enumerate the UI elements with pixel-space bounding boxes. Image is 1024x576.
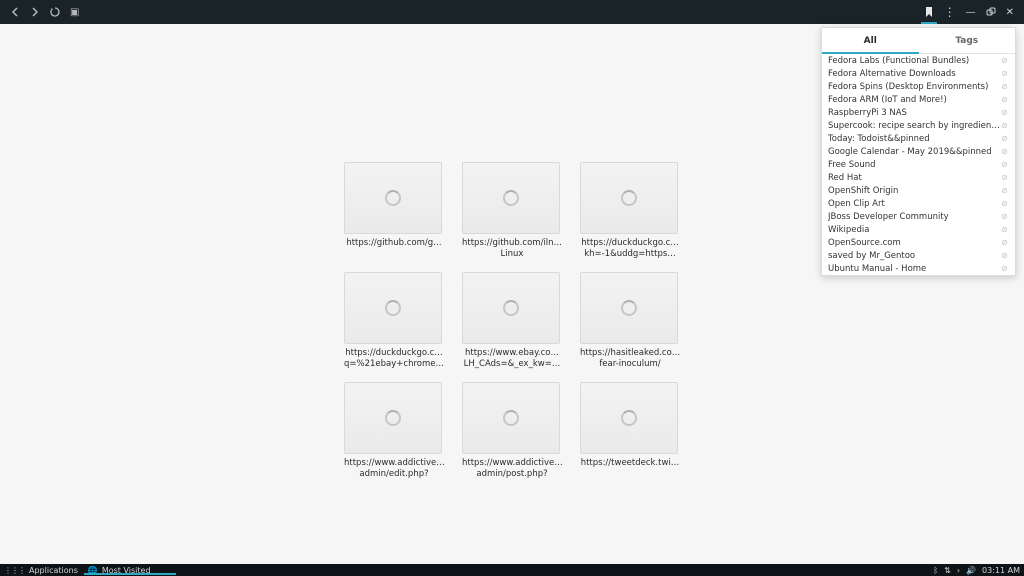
reload-button[interactable]	[50, 7, 60, 17]
delete-icon[interactable]: ⊘	[1000, 199, 1009, 208]
dial-tile[interactable]: https://github.com/iln…Linux	[462, 162, 562, 260]
bookmark-list: Fedora Labs (Functional Bundles)⊘ Fedora…	[822, 54, 1015, 275]
delete-icon[interactable]: ⊘	[1000, 82, 1009, 91]
delete-icon[interactable]: ⊘	[1000, 238, 1009, 247]
chevron-icon[interactable]: ›	[957, 566, 960, 575]
browser-toolbar: ▣ ⋮ — ✕	[0, 0, 1024, 24]
bookmark-item[interactable]: Fedora ARM (IoT and More!)⊘	[822, 93, 1015, 106]
forward-button[interactable]	[30, 7, 40, 17]
volume-icon[interactable]: 🔊	[966, 566, 976, 575]
link-icon[interactable]	[986, 7, 996, 17]
tile-line1: https://www.ebay.co…	[465, 348, 559, 358]
delete-icon[interactable]: ⊘	[1000, 173, 1009, 182]
tile-line2: fear-inoculum/	[599, 359, 660, 369]
delete-icon[interactable]: ⊘	[1000, 134, 1009, 143]
bluetooth-icon[interactable]: ᛒ	[933, 566, 938, 575]
dial-tile[interactable]: https://duckduckgo.c…kh=-1&uddg=https…	[580, 162, 680, 260]
user-icon[interactable]: ▣	[70, 7, 79, 18]
bookmarks-panel: All Tags Fedora Labs (Functional Bundles…	[821, 27, 1016, 276]
bookmark-item[interactable]: Supercook: recipe search by ingredients …	[822, 119, 1015, 132]
delete-icon[interactable]: ⊘	[1000, 264, 1009, 273]
task-browser[interactable]: 🌐 Most Visited	[88, 566, 151, 575]
tile-line2: kh=-1&uddg=https…	[584, 249, 676, 259]
delete-icon[interactable]: ⊘	[1000, 147, 1009, 156]
menu-icon[interactable]: ⋮	[944, 7, 956, 17]
bookmark-item[interactable]: Today: Todoist&&pinned⊘	[822, 132, 1015, 145]
tile-line2: Linux	[501, 249, 524, 259]
dial-tile[interactable]: https://www.ebay.co…LH_CAds=&_ex_kw=…	[462, 272, 562, 370]
tile-line1: https://www.addictive…	[462, 458, 562, 468]
bookmark-item[interactable]: JBoss Developer Community⊘	[822, 210, 1015, 223]
dial-tile[interactable]: https://www.addictive…admin/post.php?	[462, 382, 562, 480]
bookmark-item[interactable]: RaspberryPi 3 NAS⊘	[822, 106, 1015, 119]
tile-line1: https://tweetdeck.twi…	[581, 458, 680, 468]
panel-tab-all[interactable]: All	[822, 28, 919, 53]
panel-tab-tags[interactable]: Tags	[919, 28, 1016, 53]
dial-tile[interactable]: https://tweetdeck.twi…	[580, 382, 680, 480]
tile-line1: https://duckduckgo.c…	[345, 348, 443, 358]
bookmark-item[interactable]: Fedora Labs (Functional Bundles)⊘	[822, 54, 1015, 67]
delete-icon[interactable]: ⊘	[1000, 225, 1009, 234]
tile-line1: https://www.addictive…	[344, 458, 444, 468]
tile-line2: LH_CAds=&_ex_kw=…	[464, 359, 561, 369]
speed-dial-grid: https://github.com/g… https://github.com…	[344, 162, 680, 480]
bookmark-item[interactable]: Fedora Spins (Desktop Environments)⊘	[822, 80, 1015, 93]
delete-icon[interactable]: ⊘	[1000, 186, 1009, 195]
bookmark-item[interactable]: OpenSource.com⊘	[822, 236, 1015, 249]
tile-line1: https://github.com/g…	[346, 238, 441, 248]
applications-label: Applications	[29, 566, 78, 575]
dial-tile[interactable]: https://www.addictive…admin/edit.php?	[344, 382, 444, 480]
system-tray: ᛒ ⇅ › 🔊 03:11 AM	[933, 566, 1020, 575]
delete-icon[interactable]: ⊘	[1000, 121, 1009, 130]
delete-icon[interactable]: ⊘	[1000, 69, 1009, 78]
delete-icon[interactable]: ⊘	[1000, 56, 1009, 65]
bookmark-item[interactable]: OpenShift Origin⊘	[822, 184, 1015, 197]
desktop-taskbar: ⋮⋮⋮ Applications 🌐 Most Visited ᛒ ⇅ › 🔊 …	[0, 564, 1024, 576]
tile-line2: admin/post.php?	[476, 469, 547, 479]
close-button[interactable]: ✕	[1006, 7, 1014, 18]
dial-tile[interactable]: https://duckduckgo.c…q=%21ebay+chrome…	[344, 272, 444, 370]
bookmark-item[interactable]: Ubuntu Manual - Home⊘	[822, 262, 1015, 275]
apps-grid-icon: ⋮⋮⋮	[4, 566, 25, 575]
minimize-button[interactable]: —	[966, 7, 976, 18]
speed-dial-area: https://github.com/g… https://github.com…	[0, 24, 1024, 564]
tile-line1: https://duckduckgo.c…	[581, 238, 679, 248]
bookmark-item[interactable]: Red Hat⊘	[822, 171, 1015, 184]
network-icon[interactable]: ⇅	[944, 566, 951, 575]
applications-menu[interactable]: ⋮⋮⋮ Applications	[4, 566, 78, 575]
delete-icon[interactable]: ⊘	[1000, 212, 1009, 221]
bookmark-item[interactable]: Open Clip Art⊘	[822, 197, 1015, 210]
delete-icon[interactable]: ⊘	[1000, 95, 1009, 104]
tile-line1: https://github.com/iln…	[462, 238, 562, 248]
delete-icon[interactable]: ⊘	[1000, 108, 1009, 117]
dial-tile[interactable]: https://github.com/g…	[344, 162, 444, 260]
tile-line2: q=%21ebay+chrome…	[344, 359, 444, 369]
back-button[interactable]	[10, 7, 20, 17]
bookmark-item[interactable]: Google Calendar - May 2019&&pinned⊘	[822, 145, 1015, 158]
bookmark-item[interactable]: Fedora Alternative Downloads⊘	[822, 67, 1015, 80]
tile-line1: https://hasitleaked.co…	[580, 348, 680, 358]
bookmark-item[interactable]: Wikipedia⊘	[822, 223, 1015, 236]
delete-icon[interactable]: ⊘	[1000, 160, 1009, 169]
bookmarks-icon[interactable]	[924, 6, 934, 18]
dial-tile[interactable]: https://hasitleaked.co…fear-inoculum/	[580, 272, 680, 370]
bookmark-item[interactable]: saved by Mr_Gentoo⊘	[822, 249, 1015, 262]
clock[interactable]: 03:11 AM	[982, 566, 1020, 575]
tile-line2: admin/edit.php?	[359, 469, 428, 479]
bookmark-item[interactable]: Free Sound⊘	[822, 158, 1015, 171]
delete-icon[interactable]: ⊘	[1000, 251, 1009, 260]
